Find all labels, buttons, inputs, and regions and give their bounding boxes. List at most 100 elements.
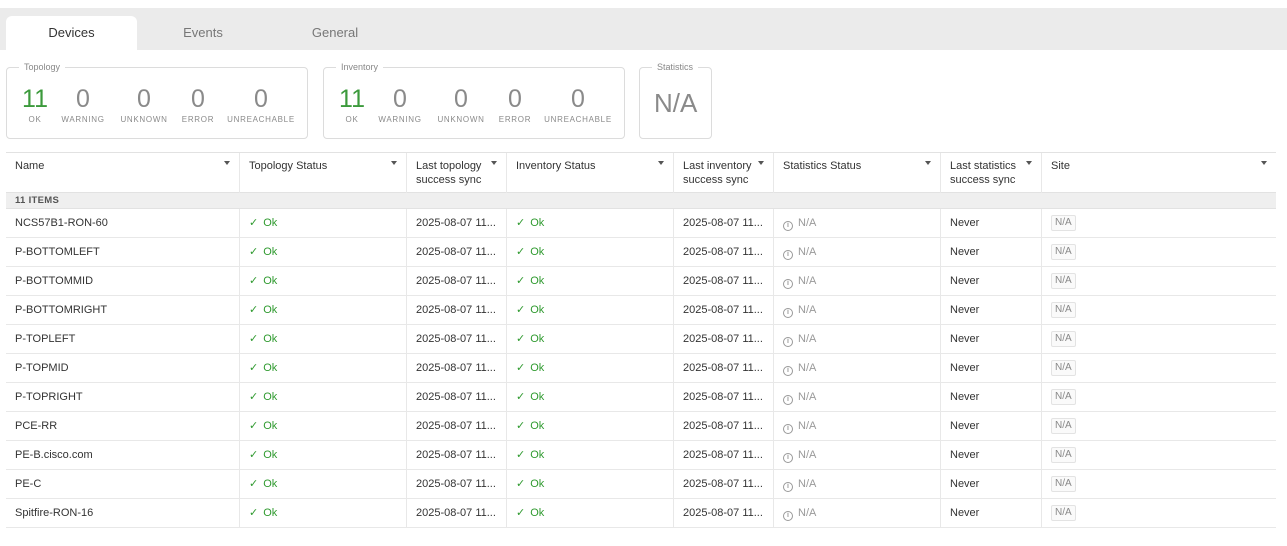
caret-down-icon[interactable] — [491, 161, 497, 165]
info-circle-icon: i — [783, 337, 793, 347]
device-name-cell[interactable]: PE-B.cisco.com — [6, 441, 240, 470]
info-circle-icon: i — [783, 221, 793, 231]
tab-events[interactable]: Events — [148, 16, 258, 50]
topology-ok-stat: 11 OK — [17, 86, 53, 124]
inventory-status-cell: ✓ Ok — [507, 470, 674, 499]
device-name-cell[interactable]: P-BOTTOMLEFT — [6, 238, 240, 267]
inventory-status-cell: ✓ Ok — [507, 209, 674, 238]
topology-status-cell: ✓ Ok — [240, 267, 407, 296]
device-name-cell[interactable]: P-TOPMID — [6, 354, 240, 383]
caret-down-icon[interactable] — [758, 161, 764, 165]
column-header-last-inventory-sync[interactable]: Last inventory success sync — [674, 153, 774, 193]
table-row[interactable]: PE-C ✓ Ok 2025-08-07 11... ✓ Ok 2025-08-07 11.… — [6, 470, 1276, 499]
column-header-inventory-status[interactable]: Inventory Status — [507, 153, 674, 193]
device-name-cell[interactable]: Spitfire-RON-16 — [6, 499, 240, 528]
inventory-status-cell: ✓ Ok — [507, 296, 674, 325]
inventory-error-stat: 0 ERROR — [498, 86, 532, 124]
last-topology-sync-cell: 2025-08-07 11... — [407, 499, 507, 528]
caret-down-icon[interactable] — [925, 161, 931, 165]
column-header-topology-status[interactable]: Topology Status — [240, 153, 407, 193]
checkmark-icon: ✓ — [516, 420, 526, 432]
last-statistics-sync-cell: Never — [941, 296, 1042, 325]
device-name-cell[interactable]: P-TOPRIGHT — [6, 383, 240, 412]
checkmark-icon: ✓ — [249, 420, 259, 432]
site-cell: N/A — [1042, 267, 1276, 296]
site-cell: N/A — [1042, 354, 1276, 383]
last-inventory-sync-cell: 2025-08-07 11... — [674, 441, 774, 470]
device-name-cell[interactable]: PE-C — [6, 470, 240, 499]
info-circle-icon: i — [783, 453, 793, 463]
table-row[interactable]: P-BOTTOMRIGHT ✓ Ok 2025-08-07 11... ✓ Ok 2025-… — [6, 296, 1276, 325]
device-name-cell[interactable]: P-BOTTOMMID — [6, 267, 240, 296]
info-circle-icon: i — [783, 511, 793, 521]
topology-status-cell: ✓ Ok — [240, 412, 407, 441]
topology-status-cell: ✓ Ok — [240, 470, 407, 499]
last-topology-sync-cell: 2025-08-07 11... — [407, 354, 507, 383]
table-row[interactable]: P-BOTTOMLEFT ✓ Ok 2025-08-07 11... ✓ Ok 2025-0… — [6, 238, 1276, 267]
device-name-cell[interactable]: NCS57B1-RON-60 — [6, 209, 240, 238]
topology-panel-title: Topology — [19, 62, 66, 73]
topology-unreachable-label: UNREACHABLE — [227, 115, 295, 124]
column-header-statistics-status[interactable]: Statistics Status — [774, 153, 941, 193]
tab-bar: Devices Events General — [0, 8, 1287, 50]
column-header-last-topology-sync[interactable]: Last topology success sync — [407, 153, 507, 193]
statistics-status-cell: i N/A — [774, 412, 941, 441]
topology-status-cell: ✓ Ok — [240, 499, 407, 528]
statistics-status-cell: i N/A — [774, 209, 941, 238]
site-badge: N/A — [1051, 476, 1076, 493]
table-row[interactable]: NCS57B1-RON-60 ✓ Ok 2025-08-07 11... ✓ Ok 2025… — [6, 209, 1276, 238]
info-circle-icon: i — [783, 395, 793, 405]
site-cell: N/A — [1042, 412, 1276, 441]
topology-status-cell: ✓ Ok — [240, 209, 407, 238]
device-name-cell[interactable]: P-BOTTOMRIGHT — [6, 296, 240, 325]
last-inventory-sync-cell: 2025-08-07 11... — [674, 267, 774, 296]
site-badge: N/A — [1051, 418, 1076, 435]
column-header-name[interactable]: Name — [6, 153, 240, 193]
checkmark-icon: ✓ — [249, 304, 259, 316]
table-row[interactable]: P-TOPRIGHT ✓ Ok 2025-08-07 11... ✓ Ok 2025-08-… — [6, 383, 1276, 412]
group-row-item-count: 11 ITEMS — [6, 193, 1276, 209]
device-name-cell[interactable]: PCE-RR — [6, 412, 240, 441]
checkmark-icon: ✓ — [249, 449, 259, 461]
tab-devices[interactable]: Devices — [6, 16, 137, 50]
table-row[interactable]: Spitfire-RON-16 ✓ Ok 2025-08-07 11... ✓ Ok 202… — [6, 499, 1276, 528]
device-name-cell[interactable]: P-TOPLEFT — [6, 325, 240, 354]
caret-down-icon[interactable] — [391, 161, 397, 165]
topology-unknown-stat: 0 UNKNOWN — [118, 86, 170, 124]
last-inventory-sync-cell: 2025-08-07 11... — [674, 209, 774, 238]
caret-down-icon[interactable] — [1261, 161, 1267, 165]
table-row[interactable]: P-TOPMID ✓ Ok 2025-08-07 11... ✓ Ok 2025-08-07… — [6, 354, 1276, 383]
statistics-status-cell: i N/A — [774, 325, 941, 354]
devices-table: Name Topology Status Last topology succes… — [6, 152, 1276, 528]
checkmark-icon: ✓ — [516, 304, 526, 316]
inventory-status-cell: ✓ Ok — [507, 354, 674, 383]
inventory-unknown-count: 0 — [454, 85, 468, 113]
caret-down-icon[interactable] — [224, 161, 230, 165]
last-statistics-sync-cell: Never — [941, 354, 1042, 383]
last-topology-sync-cell: 2025-08-07 11... — [407, 412, 507, 441]
site-badge: N/A — [1051, 244, 1076, 261]
topology-error-label: ERROR — [181, 115, 215, 124]
table-row[interactable]: P-TOPLEFT ✓ Ok 2025-08-07 11... ✓ Ok 2025-08-0… — [6, 325, 1276, 354]
caret-down-icon[interactable] — [1026, 161, 1032, 165]
statistics-summary-panel: Statistics N/A — [639, 62, 712, 139]
table-row[interactable]: PCE-RR ✓ Ok 2025-08-07 11... ✓ Ok 2025-08-07 1… — [6, 412, 1276, 441]
checkmark-icon: ✓ — [249, 507, 259, 519]
info-circle-icon: i — [783, 279, 793, 289]
column-header-site[interactable]: Site — [1042, 153, 1276, 193]
inventory-unreachable-label: UNREACHABLE — [544, 115, 612, 124]
table-row[interactable]: P-BOTTOMMID ✓ Ok 2025-08-07 11... ✓ Ok 2025-08… — [6, 267, 1276, 296]
caret-down-icon[interactable] — [658, 161, 664, 165]
last-inventory-sync-cell: 2025-08-07 11... — [674, 296, 774, 325]
statistics-panel-title: Statistics — [652, 62, 699, 73]
table-row[interactable]: PE-B.cisco.com ✓ Ok 2025-08-07 11... ✓ Ok 2025… — [6, 441, 1276, 470]
topology-unreachable-count: 0 — [254, 85, 268, 113]
column-header-last-statistics-sync[interactable]: Last statistics success sync — [941, 153, 1042, 193]
last-inventory-sync-cell: 2025-08-07 11... — [674, 238, 774, 267]
tab-general[interactable]: General — [280, 16, 390, 50]
last-inventory-sync-cell: 2025-08-07 11... — [674, 499, 774, 528]
topology-error-count: 0 — [191, 85, 205, 113]
last-statistics-sync-cell: Never — [941, 238, 1042, 267]
last-topology-sync-cell: 2025-08-07 11... — [407, 470, 507, 499]
info-circle-icon: i — [783, 250, 793, 260]
